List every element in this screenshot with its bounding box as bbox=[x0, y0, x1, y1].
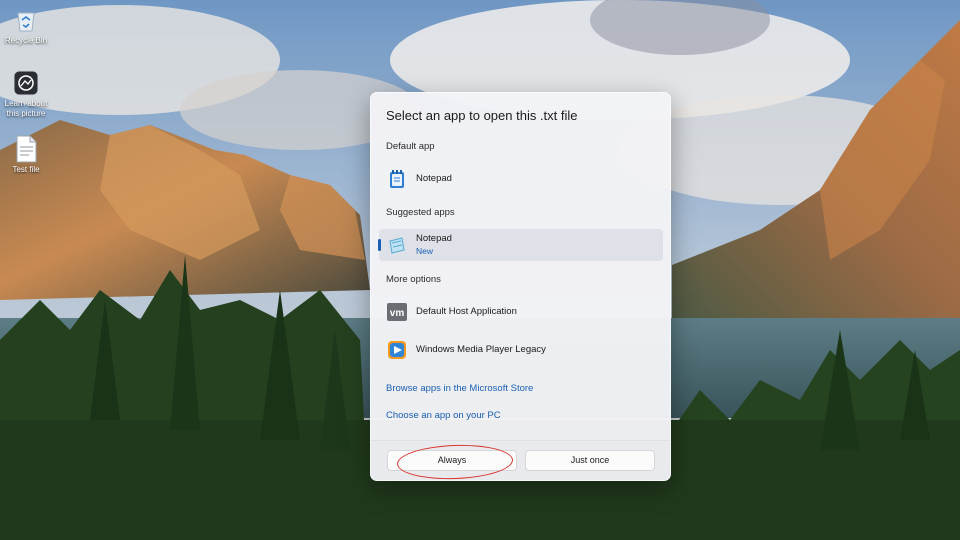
just-once-button[interactable]: Just once bbox=[525, 450, 655, 471]
recycle-bin-icon bbox=[12, 6, 40, 34]
open-with-dialog: Select an app to open this .txt file Def… bbox=[370, 92, 671, 481]
app-name: Notepad bbox=[416, 173, 452, 184]
desktop-icon-test-file[interactable]: Test file bbox=[0, 135, 52, 175]
app-row-windows-media-player-legacy[interactable]: Windows Media Player Legacy bbox=[379, 334, 663, 366]
dialog-title: Select an app to open this .txt file bbox=[386, 108, 578, 123]
app-name: Default Host Application bbox=[416, 306, 517, 317]
app-name: Notepad bbox=[416, 233, 452, 244]
text-file-icon bbox=[12, 135, 40, 163]
notepad-new-icon bbox=[387, 235, 407, 255]
new-badge: New bbox=[416, 246, 434, 256]
svg-text:vm: vm bbox=[390, 308, 405, 319]
vmware-icon: vm bbox=[387, 302, 407, 322]
desktop: Recycle Bin Learn about this picture Tes… bbox=[0, 0, 960, 540]
dialog-footer: Always Just once bbox=[371, 440, 670, 480]
desktop-icon-label: Test file bbox=[12, 165, 40, 174]
desktop-icon-recycle-bin[interactable]: Recycle Bin bbox=[0, 6, 52, 46]
always-button[interactable]: Always bbox=[387, 450, 517, 471]
media-player-icon bbox=[387, 340, 407, 360]
learn-about-picture-icon bbox=[12, 69, 40, 97]
choose-app-on-pc-link[interactable]: Choose an app on your PC bbox=[386, 410, 501, 421]
desktop-icon-label: Learn about this picture bbox=[4, 99, 48, 118]
section-more-options: More options bbox=[386, 274, 441, 285]
app-row-default-notepad[interactable]: Notepad bbox=[379, 163, 663, 195]
browse-store-link[interactable]: Browse apps in the Microsoft Store bbox=[386, 383, 533, 394]
selection-indicator bbox=[378, 239, 381, 251]
desktop-icon-learn-about-picture[interactable]: Learn about this picture bbox=[0, 69, 52, 119]
section-default-app: Default app bbox=[386, 141, 435, 152]
notepad-icon bbox=[387, 169, 407, 189]
section-suggested-apps: Suggested apps bbox=[386, 207, 455, 218]
app-row-default-host-application[interactable]: vm Default Host Application bbox=[379, 296, 663, 328]
desktop-icon-label: Recycle Bin bbox=[4, 36, 48, 45]
app-row-suggested-notepad[interactable]: Notepad New bbox=[378, 229, 663, 261]
app-name: Windows Media Player Legacy bbox=[416, 344, 546, 355]
